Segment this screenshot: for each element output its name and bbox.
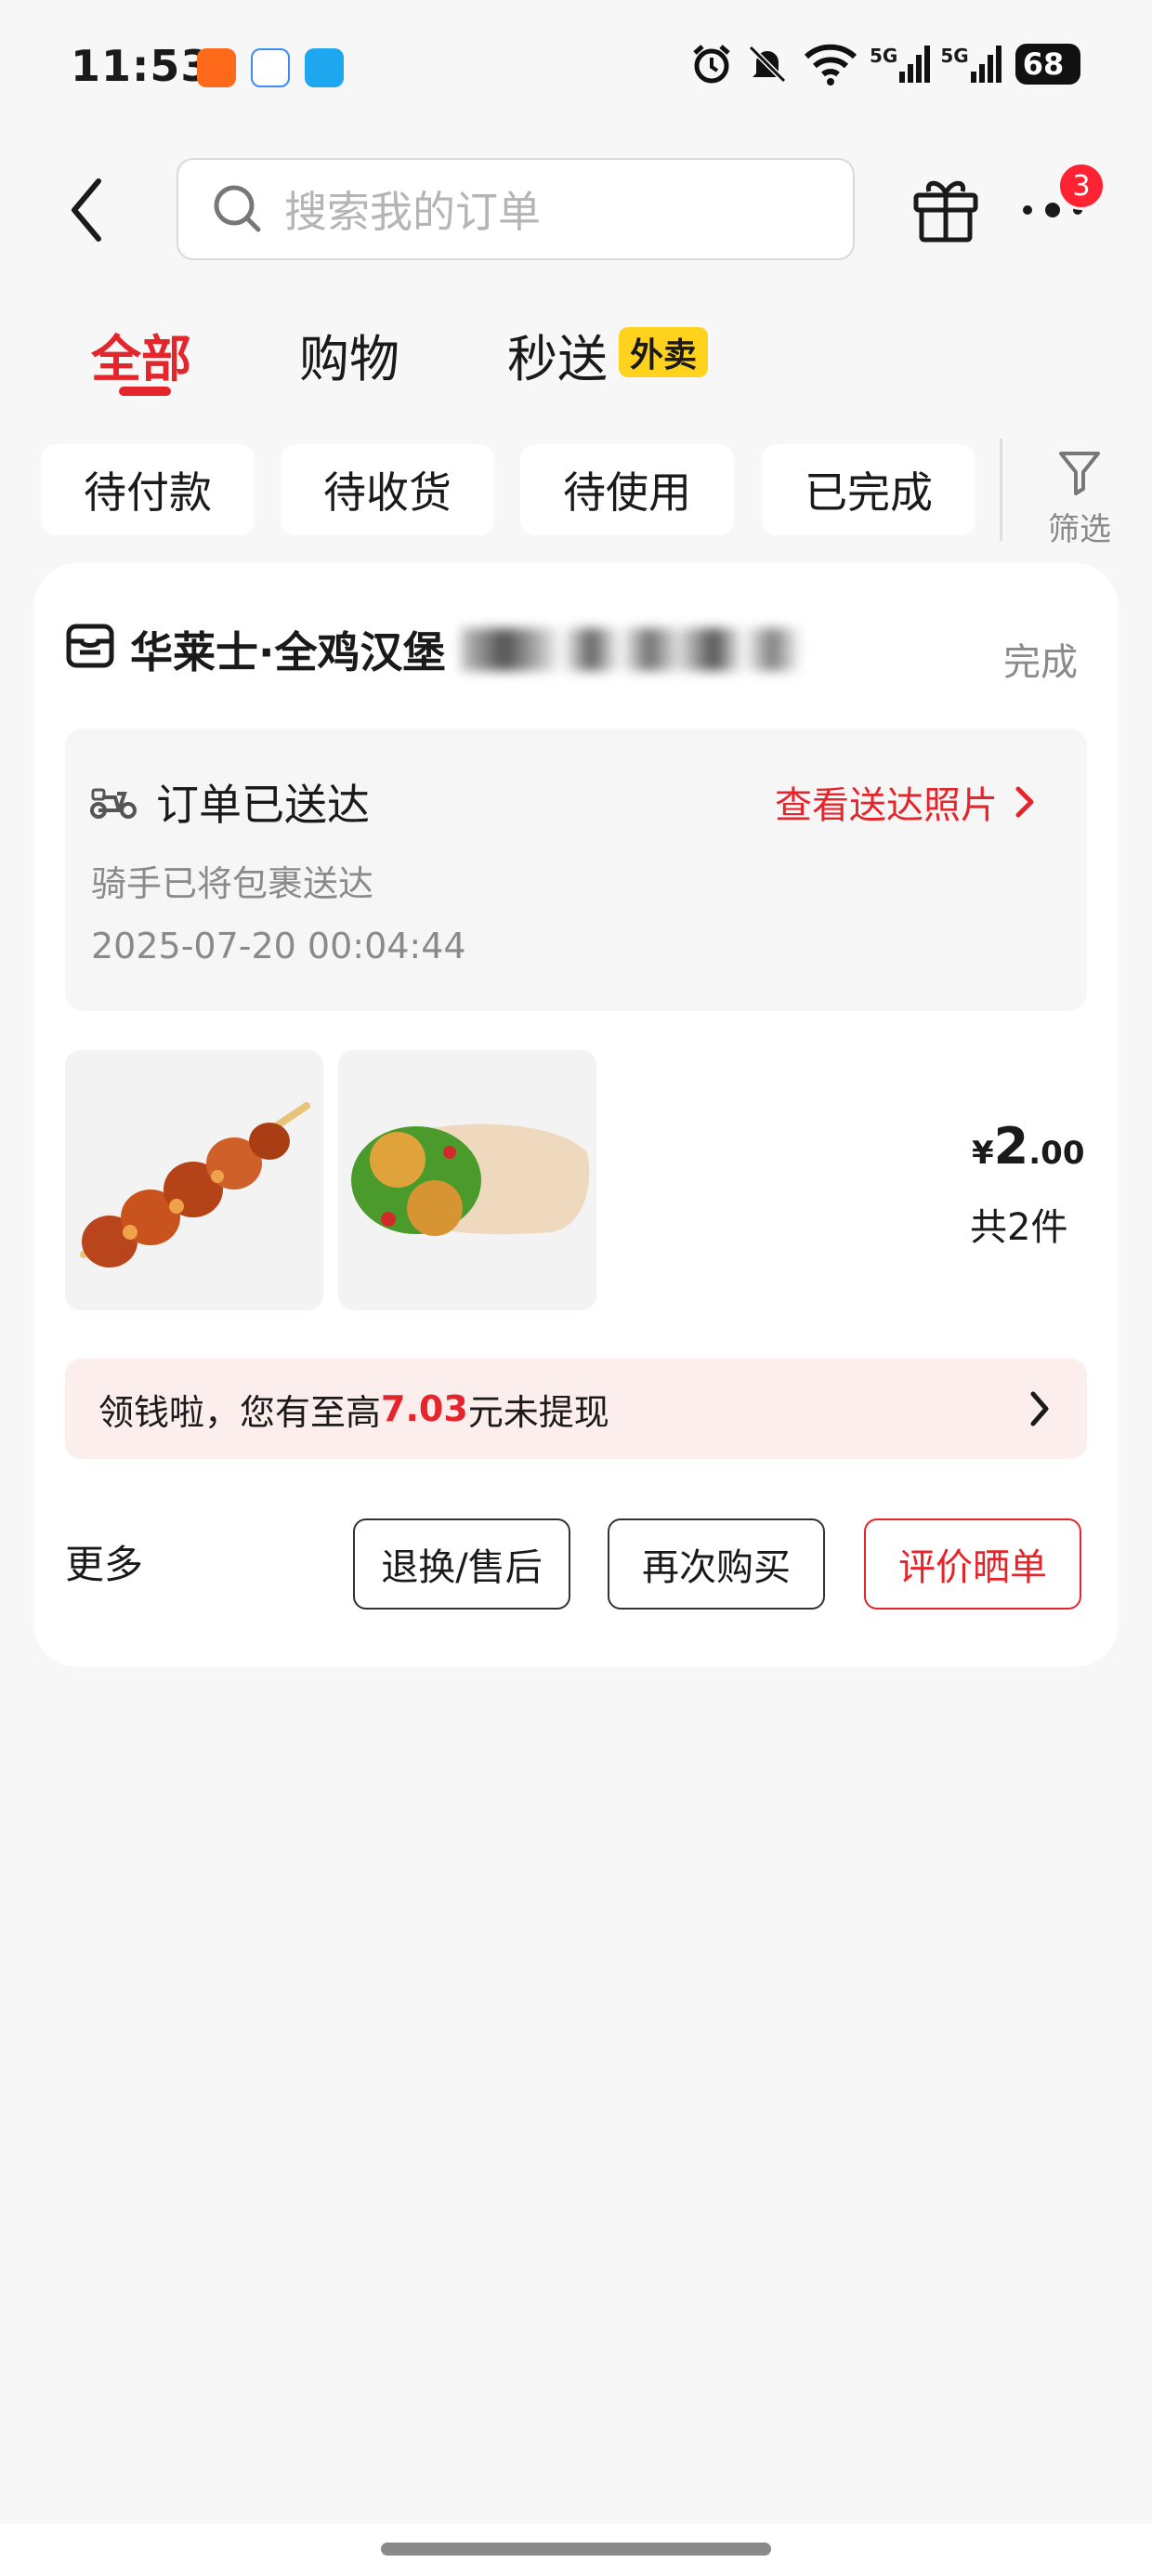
delivery-description: 骑手已将包裹送达: [91, 863, 374, 904]
cash-promo-banner[interactable]: 领钱啦，您有至高 7.03 元未提现: [65, 1359, 1087, 1459]
filter-chip-pending-use[interactable]: 待使用: [520, 444, 734, 535]
product-thumbnail-wrap[interactable]: [338, 1050, 596, 1310]
gift-icon: [913, 180, 978, 243]
price-currency: ¥: [972, 1135, 994, 1172]
filter-divider: [1000, 439, 1002, 541]
view-delivery-photo-link[interactable]: 查看送达照片: [775, 775, 1039, 829]
promo-amount: 7.03: [381, 1388, 468, 1429]
product-thumbnail-skewer[interactable]: [65, 1050, 323, 1310]
search-placeholder: 搜索我的订单: [284, 187, 541, 237]
battery-level: 68: [1022, 46, 1065, 82]
chevron-left-icon: [72, 178, 101, 242]
app-icon-blue: [251, 48, 290, 87]
filter-chip-completed[interactable]: 已完成: [762, 444, 975, 535]
chevron-right-icon: [1015, 786, 1034, 818]
search-input[interactable]: 搜索我的订单: [177, 158, 855, 260]
chevron-right-icon: [1030, 1391, 1049, 1426]
takeout-badge: 外卖: [619, 327, 709, 377]
item-count: 共2件: [970, 1206, 1068, 1249]
order-price: ¥ 2 .00: [972, 1117, 1084, 1176]
scooter-icon: [90, 788, 137, 819]
price-decimal: .00: [1028, 1135, 1085, 1172]
buy-again-button[interactable]: 再次购买: [608, 1518, 825, 1610]
home-indicator[interactable]: [381, 2543, 771, 2556]
tab-active-indicator: [119, 387, 171, 396]
filter-chip-pending-receipt[interactable]: 待收货: [281, 444, 494, 535]
delivery-time: 2025-07-20 00:04:44: [91, 926, 466, 966]
tab-flash-delivery[interactable]: 秒送: [507, 318, 608, 391]
order-status: 完成: [1003, 641, 1078, 684]
filter-label: 筛选: [1048, 511, 1111, 548]
network-type-2: 5G: [940, 45, 969, 67]
more-options-button[interactable]: 更多: [65, 1533, 143, 1590]
promo-prefix: 领钱啦，您有至高: [98, 1391, 382, 1433]
store-icon: [66, 624, 114, 668]
filter-button[interactable]: 筛选: [1042, 450, 1117, 548]
notification-badge: 3: [1057, 162, 1106, 210]
network-type-1: 5G: [870, 45, 898, 67]
store-name-redacted: [461, 628, 823, 671]
photo-link-label: 查看送达照片: [775, 784, 998, 827]
eleme-icon: [305, 48, 344, 87]
wifi-icon: [804, 44, 857, 85]
mute-bell-icon: [748, 45, 787, 84]
chicken-wrap-image: [351, 1124, 590, 1236]
review-button[interactable]: 评价晒单: [864, 1518, 1081, 1610]
status-time: 11:53: [71, 41, 212, 91]
taobao-icon: [197, 48, 236, 87]
store-name[interactable]: 华莱士·全鸡汉堡: [130, 619, 445, 680]
chicken-skewer-image: [80, 1102, 310, 1268]
signal-icon: [899, 46, 931, 83]
delivery-title: 订单已送达: [156, 780, 370, 830]
back-button[interactable]: [59, 173, 115, 247]
alarm-icon: [693, 45, 730, 84]
tab-all[interactable]: 全部: [91, 318, 191, 391]
battery-icon: 68: [1015, 44, 1080, 85]
search-icon: [214, 185, 261, 232]
price-integer: 2: [993, 1117, 1029, 1176]
signal-icon: [970, 46, 1001, 83]
status-icons: 5G 5G 68: [689, 39, 1080, 89]
gift-button[interactable]: [910, 173, 981, 243]
promo-suffix: 元未提现: [467, 1391, 609, 1433]
tab-shopping[interactable]: 购物: [299, 318, 399, 391]
return-aftersale-button[interactable]: 退换/售后: [353, 1518, 570, 1610]
funnel-icon: [1059, 452, 1100, 495]
filter-chip-pending-payment[interactable]: 待付款: [41, 444, 255, 535]
